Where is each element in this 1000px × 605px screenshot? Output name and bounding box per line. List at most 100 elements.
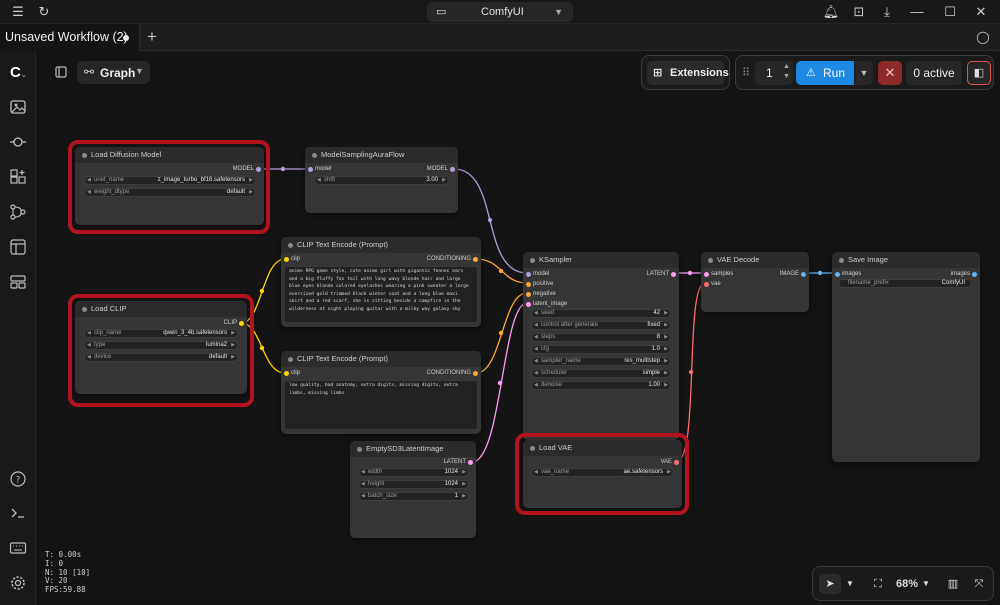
input-slot-dot[interactable] bbox=[526, 282, 531, 287]
collapse-dot-icon[interactable] bbox=[357, 447, 362, 452]
input-slot-dot[interactable] bbox=[835, 272, 840, 277]
extensions-icon: ⊞ bbox=[653, 67, 663, 79]
node-empty-sd3-latent-image[interactable]: EmptySD3LatentImage LATENT ◀ width 1024 ▶ ◀… bbox=[350, 441, 476, 538]
queue-status-button[interactable]: 0 active bbox=[906, 61, 962, 85]
input-slot-dot[interactable] bbox=[308, 167, 313, 172]
input-slot-dot[interactable] bbox=[284, 257, 289, 262]
node-header[interactable]: VAE Decode bbox=[701, 252, 809, 268]
input-slot-dot[interactable] bbox=[526, 272, 531, 277]
input-slot-dot[interactable] bbox=[526, 302, 531, 307]
node-header[interactable]: Save Image bbox=[832, 252, 980, 268]
node-clip-text-encode-positive[interactable]: CLIP Text Encode (Prompt) clip CONDITION… bbox=[281, 237, 481, 327]
input-slot-dot[interactable] bbox=[284, 371, 289, 376]
run-options-chevron-icon[interactable]: ▼ bbox=[855, 61, 873, 85]
highlight-box-load-clip bbox=[68, 294, 254, 407]
widget-sampler-name[interactable]: ◀ sampler_name res_multistep ▶ bbox=[531, 357, 671, 366]
chevron-down-icon[interactable]: ▼ bbox=[843, 574, 857, 594]
chevron-down-icon: ▼ bbox=[135, 66, 144, 76]
input-slot-label: positive bbox=[533, 281, 554, 287]
hide-links-icon[interactable]: ⤧ bbox=[969, 574, 989, 594]
input-slot-label: vae bbox=[711, 281, 721, 287]
graph-mode-dropdown[interactable]: ⚯ Graph ▼ bbox=[77, 61, 150, 84]
output-slot-dot[interactable] bbox=[671, 272, 676, 277]
input-slot-label: latent_image bbox=[533, 301, 568, 307]
output-slot-label: CONDITIONING bbox=[426, 370, 471, 376]
output-slot-label: LATENT bbox=[443, 459, 466, 465]
graph-icon: ⚯ bbox=[84, 65, 95, 79]
chevron-down-icon[interactable]: ▼ bbox=[920, 574, 932, 594]
output-slot-dot[interactable] bbox=[468, 460, 473, 465]
widget-denoise[interactable]: ◀ denoise 1.00 ▶ bbox=[531, 381, 671, 390]
select-pointer-icon[interactable]: ➤ bbox=[819, 574, 841, 594]
node-title: EmptySD3LatentImage bbox=[366, 444, 444, 453]
extensions-button[interactable]: ⊞ Extensions bbox=[647, 61, 729, 85]
node-vae-decode[interactable]: VAE Decode samples vae IMAGE bbox=[701, 252, 809, 312]
output-slot-dot[interactable] bbox=[473, 371, 478, 376]
input-slot-label: model bbox=[533, 271, 550, 277]
node-header[interactable]: CLIP Text Encode (Prompt) bbox=[281, 351, 481, 367]
output-slot-dot[interactable] bbox=[473, 257, 478, 262]
canvas-controls: ➤ ▼ ⛶ 68% ▼ ▥ ⤧ bbox=[812, 566, 994, 601]
input-slot-label: model bbox=[315, 166, 332, 172]
input-slot-dot[interactable] bbox=[704, 282, 709, 287]
collapse-dot-icon[interactable] bbox=[312, 153, 317, 158]
output-slot-dot[interactable] bbox=[801, 272, 806, 277]
graph-mode-label: Graph bbox=[100, 66, 136, 80]
collapse-dot-icon[interactable] bbox=[708, 258, 713, 263]
node-header[interactable]: EmptySD3LatentImage bbox=[350, 441, 476, 457]
run-label: Run bbox=[823, 66, 846, 80]
widget-filename-prefix[interactable]: filename_prefix ComfyUI bbox=[838, 279, 972, 288]
input-slot-dot[interactable] bbox=[526, 292, 531, 297]
output-slot-dot[interactable] bbox=[450, 167, 455, 172]
input-slot-label: samples bbox=[711, 271, 734, 277]
input-slot-label: clip bbox=[291, 370, 301, 376]
node-model-sampling-auraflow[interactable]: ModelSamplingAuraFlow model MODEL ◀ shift… bbox=[305, 147, 458, 213]
batch-count-stepper[interactable]: 1 ▲ ▼ bbox=[755, 61, 793, 85]
node-title: CLIP Text Encode (Prompt) bbox=[297, 354, 389, 363]
collapse-dot-icon[interactable] bbox=[839, 258, 844, 263]
widget-cfg[interactable]: ◀ cfg 1.0 ▶ bbox=[531, 345, 671, 354]
drag-handle-icon[interactable]: ⠿ bbox=[742, 66, 750, 80]
layout-toggle-icon[interactable] bbox=[50, 61, 72, 83]
toggle-panel-icon[interactable]: ◧ bbox=[967, 61, 991, 85]
highlight-box-load-vae bbox=[515, 433, 689, 515]
input-slot-label: negative bbox=[533, 291, 556, 297]
widget-batch-size[interactable]: ◀ batch_size 1 ▶ bbox=[358, 492, 469, 501]
node-clip-text-encode-negative[interactable]: CLIP Text Encode (Prompt) clip CONDITION… bbox=[281, 351, 481, 434]
batch-count-value: 1 bbox=[766, 66, 773, 80]
widget-seed[interactable]: ◀ seed 42 ▶ bbox=[531, 309, 671, 318]
chevron-up-icon[interactable]: ▲ bbox=[783, 63, 790, 70]
node-header[interactable]: KSampler bbox=[523, 252, 679, 268]
node-title: KSampler bbox=[539, 255, 572, 264]
node-ksampler[interactable]: KSampler model positive negative latent_… bbox=[523, 252, 679, 440]
widget-width[interactable]: ◀ width 1024 ▶ bbox=[358, 468, 469, 477]
zoom-level[interactable]: 68% bbox=[893, 574, 921, 594]
highlight-box-load-diffusion-model bbox=[68, 140, 270, 234]
collapse-dot-icon[interactable] bbox=[288, 243, 293, 248]
minimap-icon[interactable]: ▥ bbox=[943, 574, 963, 594]
prompt-textarea[interactable]: low quality, bad anatomy, extra digits, … bbox=[284, 380, 478, 430]
node-header[interactable]: CLIP Text Encode (Prompt) bbox=[281, 237, 481, 253]
node-title: ModelSamplingAuraFlow bbox=[321, 150, 405, 159]
run-button[interactable]: ⚠ Run bbox=[796, 61, 854, 85]
render-stats: T: 0.00s I: 0 N: 10 [10] V: 20 FPS:59.88 bbox=[45, 550, 90, 595]
cancel-run-button[interactable]: ✕ bbox=[878, 61, 902, 85]
input-slot-dot[interactable] bbox=[704, 272, 709, 277]
widget-scheduler[interactable]: ◀ scheduler simple ▶ bbox=[531, 369, 671, 378]
widget-height[interactable]: ◀ height 1024 ▶ bbox=[358, 480, 469, 489]
output-slot-label: images bbox=[950, 271, 970, 277]
output-slot-dot[interactable] bbox=[972, 272, 977, 277]
node-title: CLIP Text Encode (Prompt) bbox=[297, 240, 389, 249]
fit-view-icon[interactable]: ⛶ bbox=[868, 574, 888, 594]
widget-shift[interactable]: ◀ shift 3.00 ▶ bbox=[314, 176, 449, 185]
node-header[interactable]: ModelSamplingAuraFlow bbox=[305, 147, 458, 163]
collapse-dot-icon[interactable] bbox=[288, 357, 293, 362]
collapse-dot-icon[interactable] bbox=[530, 258, 535, 263]
node-save-image[interactable]: Save Image images images filename_prefix… bbox=[832, 252, 980, 462]
extensions-group: ⊞ Extensions bbox=[641, 55, 730, 90]
prompt-textarea[interactable]: anime RPG game style, cute anime girl wi… bbox=[284, 266, 478, 323]
widget-control-after-generate[interactable]: ◀ control after generate fixed ▶ bbox=[531, 321, 671, 330]
warning-icon: ⚠ bbox=[806, 67, 816, 79]
chevron-down-icon[interactable]: ▼ bbox=[783, 73, 790, 80]
widget-steps[interactable]: ◀ steps 8 ▶ bbox=[531, 333, 671, 342]
